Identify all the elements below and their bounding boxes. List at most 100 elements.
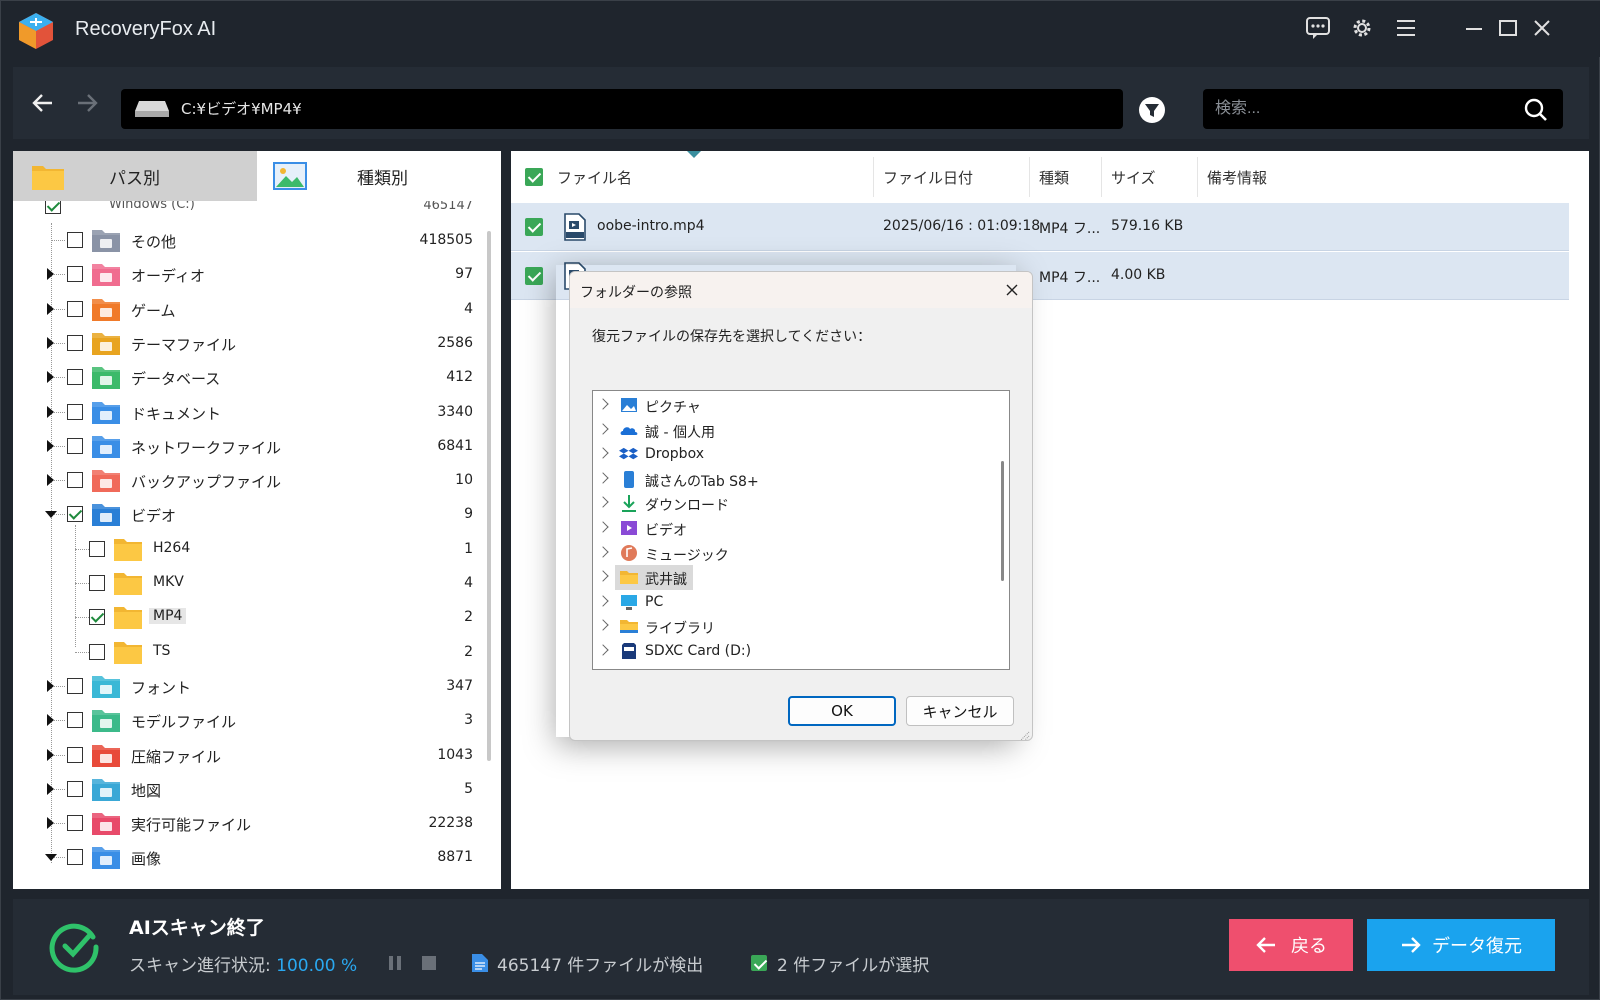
- column-date[interactable]: ファイル日付: [883, 167, 973, 188]
- minimize-icon[interactable]: [1459, 13, 1489, 43]
- expand-triangle-icon[interactable]: [47, 817, 54, 830]
- expand-triangle-icon[interactable]: [47, 302, 54, 315]
- menu-icon[interactable]: [1391, 13, 1421, 43]
- checkbox[interactable]: [67, 746, 83, 763]
- folder-tree[interactable]: ピクチャ誠 - 個人用 Dropbox 誠さんのTab S8+ ダウンロード ビデオ ミュ…: [592, 390, 1010, 670]
- chevron-right-icon[interactable]: [597, 545, 609, 558]
- folder-tree-scrollbar[interactable]: [1001, 461, 1004, 581]
- tree-row[interactable]: TS 2: [13, 635, 483, 669]
- checkbox[interactable]: [67, 334, 83, 351]
- tree-row[interactable]: 地図 5: [13, 772, 483, 806]
- maximize-icon[interactable]: [1493, 13, 1523, 43]
- checkbox[interactable]: [67, 232, 83, 248]
- select-all-checkbox[interactable]: [525, 168, 543, 186]
- chevron-right-icon[interactable]: [597, 644, 609, 656]
- chevron-right-icon[interactable]: [597, 521, 609, 533]
- checkbox[interactable]: [67, 780, 83, 797]
- folder-tree-item[interactable]: ダウンロード: [593, 491, 993, 516]
- back-button[interactable]: 戻る: [1229, 919, 1353, 971]
- expand-triangle-icon[interactable]: [47, 371, 54, 384]
- tree-row[interactable]: データベース 412: [13, 360, 483, 394]
- column-notes[interactable]: 備考情報: [1207, 167, 1267, 188]
- chevron-right-icon[interactable]: [597, 422, 609, 435]
- filter-icon[interactable]: [1138, 96, 1166, 124]
- folder-tree-item[interactable]: Dropbox: [593, 442, 993, 467]
- search-input[interactable]: [1215, 95, 1505, 123]
- checkbox[interactable]: [67, 849, 83, 866]
- tree-row[interactable]: テーマファイル 2586: [13, 326, 483, 360]
- table-row[interactable]: oobe-intro.mp4 2025/06/16 : 01:09:18 MP4…: [511, 203, 1569, 251]
- feedback-icon[interactable]: [1303, 13, 1333, 43]
- chevron-right-icon[interactable]: [597, 496, 609, 509]
- expand-triangle-icon[interactable]: [47, 782, 54, 795]
- column-size[interactable]: サイズ: [1111, 167, 1156, 188]
- checkbox[interactable]: [67, 369, 83, 386]
- tab-by-path[interactable]: パス別: [13, 151, 257, 201]
- tree-row[interactable]: その他 418505: [13, 223, 483, 257]
- expand-triangle-icon[interactable]: [47, 439, 54, 452]
- expand-triangle-icon[interactable]: [47, 336, 54, 349]
- column-name[interactable]: ファイル名: [557, 167, 632, 188]
- dialog-close-icon[interactable]: [1002, 280, 1022, 300]
- folder-tree-item[interactable]: ピクチャ: [593, 393, 993, 418]
- collapse-triangle-icon[interactable]: [45, 854, 57, 862]
- chevron-right-icon[interactable]: [597, 595, 609, 607]
- expand-triangle-icon[interactable]: [47, 268, 54, 281]
- folder-tree-item[interactable]: PC: [593, 590, 993, 615]
- back-arrow-icon[interactable]: [29, 89, 57, 117]
- tree-row[interactable]: 実行可能ファイル 22238: [13, 806, 483, 840]
- cancel-button[interactable]: キャンセル: [906, 696, 1014, 726]
- checkbox[interactable]: [67, 815, 83, 832]
- checkbox[interactable]: [67, 472, 83, 489]
- search-icon[interactable]: [1521, 95, 1551, 125]
- row-checkbox[interactable]: [525, 218, 543, 236]
- checkbox[interactable]: [89, 575, 105, 591]
- checkbox[interactable]: [67, 300, 83, 317]
- tree-row[interactable]: フォント 347: [13, 669, 483, 703]
- checkbox[interactable]: [67, 266, 83, 283]
- row-checkbox[interactable]: [525, 267, 543, 285]
- expand-triangle-icon[interactable]: [47, 474, 54, 487]
- stop-icon[interactable]: [421, 955, 437, 975]
- tree-row[interactable]: ビデオ 9: [13, 497, 483, 531]
- chevron-right-icon[interactable]: [597, 398, 609, 410]
- ok-button[interactable]: OK: [788, 696, 896, 726]
- expand-triangle-icon[interactable]: [47, 679, 54, 692]
- checkbox[interactable]: [89, 643, 105, 660]
- expand-triangle-icon[interactable]: [47, 714, 54, 727]
- checkbox[interactable]: [67, 506, 83, 523]
- expand-triangle-icon[interactable]: [47, 405, 54, 418]
- checkbox[interactable]: [67, 677, 83, 694]
- tree-row[interactable]: ネットワークファイル 6841: [13, 429, 483, 463]
- folder-tree-item[interactable]: ミュージック: [593, 541, 993, 566]
- recover-data-button[interactable]: データ復元: [1367, 919, 1555, 971]
- tree-row[interactable]: ドキュメント 3340: [13, 395, 483, 429]
- tree-row[interactable]: MKV 4: [13, 566, 483, 600]
- tree-row[interactable]: モデルファイル 3: [13, 703, 483, 737]
- checkbox[interactable]: [67, 712, 83, 729]
- tree-row[interactable]: H264 1: [13, 532, 483, 566]
- tree-row[interactable]: ゲーム 4: [13, 292, 483, 326]
- collapse-triangle-icon[interactable]: [45, 511, 57, 519]
- tree-row[interactable]: オーディオ 97: [13, 257, 483, 291]
- checkbox[interactable]: [67, 437, 83, 454]
- settings-gear-icon[interactable]: [1347, 13, 1377, 43]
- chevron-right-icon[interactable]: [597, 570, 609, 582]
- tree-row[interactable]: MP4 2: [13, 600, 483, 634]
- folder-tree-item[interactable]: 武井誠: [593, 565, 993, 591]
- folder-tree-item[interactable]: 誠さんのTab S8+: [593, 467, 993, 492]
- resize-grip-icon[interactable]: [1018, 726, 1030, 740]
- expand-triangle-icon[interactable]: [47, 748, 54, 761]
- chevron-right-icon[interactable]: [597, 619, 609, 632]
- checkbox[interactable]: [89, 540, 105, 557]
- forward-arrow-icon[interactable]: [73, 89, 101, 117]
- folder-tree-item[interactable]: SDXC Card (D:): [593, 639, 993, 664]
- checkbox[interactable]: [67, 403, 83, 420]
- chevron-right-icon[interactable]: [597, 447, 609, 459]
- tree-row[interactable]: 画像 8871: [13, 840, 483, 874]
- path-bar[interactable]: C:¥ビデオ¥MP4¥: [121, 89, 1123, 129]
- tree-row[interactable]: 圧縮ファイル 1043: [13, 738, 483, 772]
- left-scrollbar[interactable]: [487, 231, 491, 761]
- checkbox[interactable]: [89, 609, 105, 626]
- tab-by-type[interactable]: 種類別: [257, 151, 501, 201]
